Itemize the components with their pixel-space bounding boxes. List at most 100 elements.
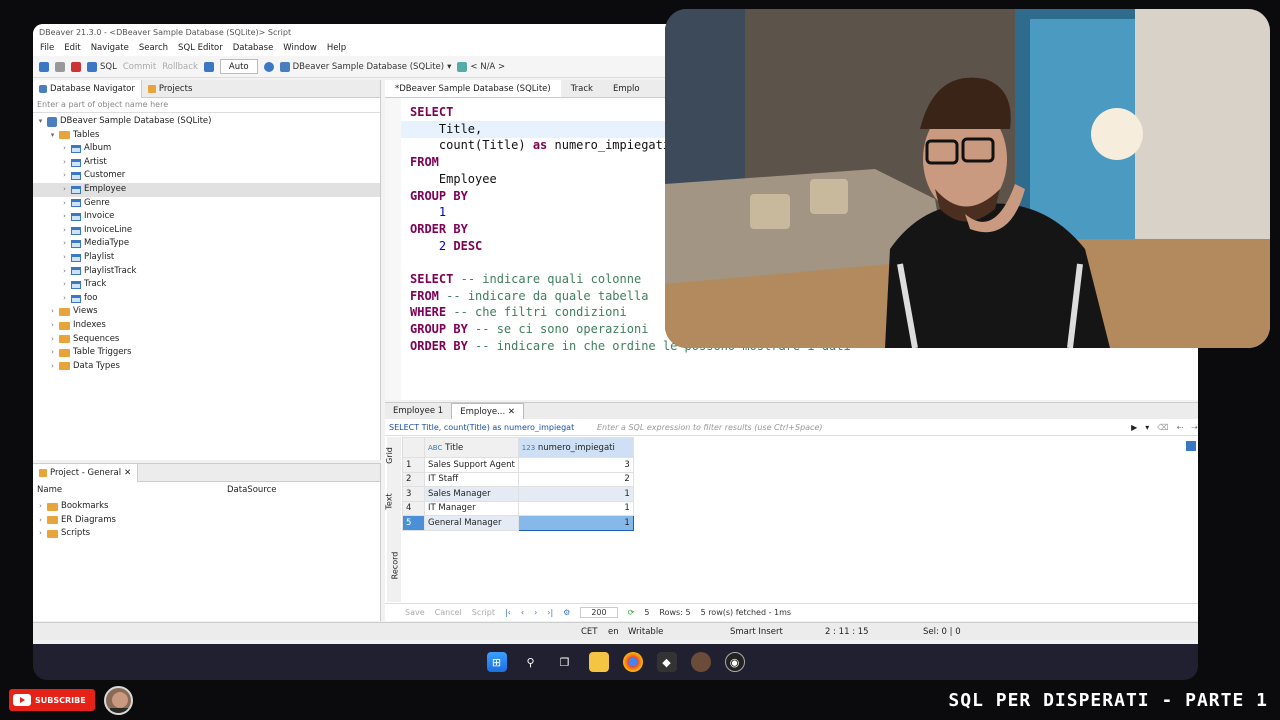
cell-title[interactable]: IT Manager (424, 500, 519, 516)
chevron-right-icon[interactable]: › (61, 224, 68, 238)
cell-count[interactable]: 1 (517, 500, 634, 516)
prev-page-icon[interactable]: ‹ (521, 608, 524, 617)
chevron-down-icon[interactable]: ▾ (49, 129, 56, 143)
close-icon[interactable]: ✕ (124, 468, 131, 478)
chevron-right-icon[interactable]: › (49, 346, 56, 360)
chevron-right-icon[interactable]: › (61, 183, 68, 197)
cell-title[interactable]: Sales Support Agent (424, 457, 519, 473)
results-filter-input[interactable]: Enter a SQL expression to filter results… (597, 423, 1123, 432)
project-item-er-diagrams[interactable]: › ER Diagrams (33, 514, 380, 528)
tree-table-playlisttrack[interactable]: › PlaylistTrack (33, 265, 380, 279)
schema-select[interactable]: < N/A > (457, 61, 505, 72)
tree-sequences-node[interactable]: › Sequences (33, 333, 380, 347)
chevron-right-icon[interactable]: › (61, 197, 68, 211)
menu-help[interactable]: Help (322, 43, 351, 53)
tree-table-employee[interactable]: › Employee (33, 182, 380, 197)
table-row[interactable]: 5 General Manager 1 (402, 515, 634, 531)
script-button[interactable]: Script (472, 608, 495, 617)
dbeaver-icon[interactable] (690, 652, 711, 672)
chevron-right-icon[interactable]: › (61, 237, 68, 251)
table-row[interactable]: 1 Sales Support Agent 3 (402, 457, 634, 473)
erase-filter-icon[interactable]: ⌫ (1157, 423, 1168, 432)
project-item-bookmarks[interactable]: › Bookmarks (33, 500, 380, 514)
chevron-right-icon[interactable]: › (49, 333, 56, 347)
cell-count[interactable]: 3 (517, 457, 634, 473)
chrome-icon[interactable] (622, 652, 643, 672)
tree-table-customer[interactable]: › Customer (33, 169, 380, 183)
filter-history-icon[interactable]: ▾ (1145, 423, 1149, 432)
tree-table-mediatype[interactable]: › MediaType (33, 237, 380, 251)
chevron-right-icon[interactable]: › (61, 169, 68, 183)
tree-views-node[interactable]: › Views (33, 305, 380, 319)
cell-count[interactable]: 1 (517, 515, 634, 531)
tree-table-artist[interactable]: › Artist (33, 156, 380, 170)
chevron-right-icon[interactable]: › (61, 251, 68, 265)
disconnect-icon[interactable] (55, 61, 65, 72)
tree-indexes-node[interactable]: › Indexes (33, 319, 380, 333)
tree-table-invoice[interactable]: › Invoice (33, 210, 380, 224)
tree-table-track[interactable]: › Track (33, 278, 380, 292)
tree-triggers-node[interactable]: › Table Triggers (33, 346, 380, 360)
commit-mode-select[interactable]: Auto (219, 59, 258, 74)
tree-table-genre[interactable]: › Genre (33, 197, 380, 211)
navigator-filter-input[interactable]: Enter a part of object name here (33, 98, 380, 113)
windows-start-icon[interactable]: ⊞ (486, 652, 507, 672)
chevron-right-icon[interactable]: › (61, 210, 68, 224)
project-item-scripts[interactable]: › Scripts (33, 527, 380, 541)
chevron-right-icon[interactable]: › (61, 156, 68, 170)
file-explorer-icon[interactable] (588, 652, 609, 672)
table-row[interactable]: 4 IT Manager 1 (402, 500, 634, 516)
text-view-tab[interactable]: Text (385, 493, 394, 509)
chevron-right-icon[interactable]: › (37, 527, 44, 541)
chevron-right-icon[interactable]: › (37, 500, 44, 514)
cell-title[interactable]: Sales Manager (424, 486, 519, 502)
task-view-icon[interactable]: ❐ (555, 652, 575, 672)
chevron-right-icon[interactable]: › (61, 292, 68, 306)
navigate-forward-icon[interactable]: ⇢ (1191, 423, 1198, 432)
first-page-icon[interactable]: |‹ (505, 608, 511, 617)
sql-button[interactable]: SQL (87, 61, 117, 72)
apply-filter-icon[interactable]: ▶ (1131, 423, 1137, 432)
chevron-down-icon[interactable]: ▾ (37, 115, 44, 129)
settings-icon[interactable]: ⚙ (563, 608, 570, 617)
fetch-size-input[interactable]: 200 (580, 607, 618, 618)
chevron-right-icon[interactable]: › (61, 278, 68, 292)
new-connection-icon[interactable] (39, 61, 49, 72)
tree-datatypes-node[interactable]: › Data Types (33, 360, 380, 374)
last-page-icon[interactable]: ›| (547, 608, 553, 617)
invalidate-icon[interactable] (71, 61, 81, 72)
commit-button[interactable]: Commit (123, 62, 156, 72)
channel-avatar[interactable] (104, 686, 133, 715)
tab-project-general[interactable]: Project - General ✕ (33, 463, 139, 482)
menu-window[interactable]: Window (278, 43, 322, 53)
chevron-right-icon[interactable]: › (37, 514, 44, 528)
menu-file[interactable]: File (35, 43, 59, 53)
column-header-numero-impiegati[interactable]: 123 numero_impiegati (517, 437, 634, 458)
refresh-icon[interactable]: ⟳ (628, 608, 635, 617)
cell-count[interactable]: 1 (517, 486, 634, 502)
chevron-right-icon[interactable]: › (49, 305, 56, 319)
menu-database[interactable]: Database (228, 43, 279, 53)
record-view-tab[interactable]: Record (390, 552, 399, 580)
subscribe-button[interactable]: SUBSCRIBE (9, 689, 95, 711)
chevron-right-icon[interactable]: › (49, 360, 56, 374)
chevron-right-icon[interactable]: › (49, 319, 56, 333)
tree-table-foo[interactable]: › foo (33, 292, 380, 306)
menu-search[interactable]: Search (134, 43, 173, 53)
tab-employee[interactable]: Emplo (603, 80, 650, 97)
tab-result-employee-2[interactable]: Employe... ✕ (451, 403, 525, 419)
tab-projects[interactable]: Projects (142, 80, 199, 98)
search-icon[interactable]: ⚲ (521, 652, 541, 672)
column-header-title[interactable]: ABC Title (424, 437, 519, 458)
tree-table-invoiceline[interactable]: › InvoiceLine (33, 224, 380, 238)
obs-icon[interactable]: ◉ (724, 652, 745, 672)
next-page-icon[interactable]: › (534, 608, 537, 617)
save-button[interactable]: Save (405, 608, 425, 617)
cell-title[interactable]: General Manager (424, 515, 519, 531)
tab-track[interactable]: Track (561, 80, 603, 97)
rollback-button[interactable]: Rollback (162, 62, 198, 72)
history-icon[interactable] (263, 61, 274, 72)
tab-database-navigator[interactable]: Database Navigator (33, 79, 142, 98)
tree-tables-node[interactable]: ▾ Tables (33, 129, 380, 143)
cell-title[interactable]: IT Staff (424, 471, 519, 487)
